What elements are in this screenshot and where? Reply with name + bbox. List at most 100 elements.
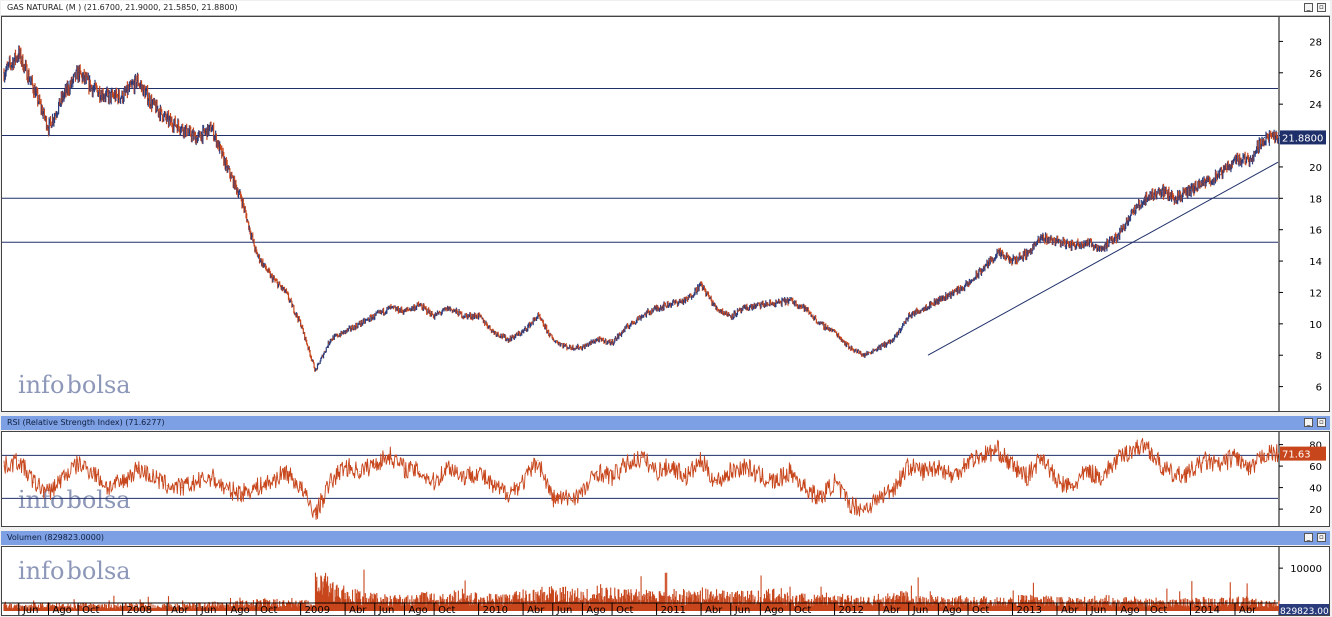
y-tick-label: 60 xyxy=(1309,462,1322,473)
rsi-point xyxy=(1189,470,1191,472)
rsi-point xyxy=(300,487,302,489)
x-tick-label: Ago xyxy=(586,605,605,615)
last-value-label: 71.63 xyxy=(1282,450,1311,461)
x-tick-label: Ago xyxy=(1120,605,1139,615)
price-point xyxy=(196,138,198,140)
rsi-point xyxy=(433,481,435,483)
price-point xyxy=(967,284,969,286)
rsi-panel-title: RSI (Relative Strength Index) (71.6277) xyxy=(7,418,165,427)
price-point xyxy=(774,302,776,305)
rsi-minimize-button[interactable]: _ xyxy=(1304,418,1313,427)
price-restore-button[interactable]: ▫ xyxy=(1317,3,1326,12)
price-point xyxy=(1249,158,1251,160)
rsi-point xyxy=(537,460,539,462)
watermark-info: info xyxy=(18,557,64,585)
price-point xyxy=(448,307,450,309)
rsi-point xyxy=(1130,449,1132,451)
rsi-point xyxy=(745,465,747,467)
price-point xyxy=(181,127,183,129)
rsi-point xyxy=(344,465,346,467)
price-point xyxy=(492,331,495,333)
price-point xyxy=(1189,189,1192,192)
rsi-point xyxy=(270,481,272,483)
rsi-point xyxy=(759,476,761,478)
price-point xyxy=(670,302,673,305)
rsi-point xyxy=(92,470,94,472)
price-point xyxy=(418,304,420,306)
rsi-point xyxy=(1026,476,1028,478)
rsi-chart-area[interactable]: infobolsa 20 40 60 80 71.63 xyxy=(1,431,1330,527)
price-panel-titlebar: GAS NATURAL (M ) (21.6700, 21.9000, 21.5… xyxy=(1,1,1330,16)
price-point xyxy=(463,315,465,317)
rsi-point xyxy=(863,508,865,510)
price-point xyxy=(819,323,821,325)
price-minimize-button[interactable]: _ xyxy=(1304,3,1313,12)
rsi-point xyxy=(211,476,213,478)
price-point xyxy=(1086,241,1088,243)
infobolsa-watermark: infobolsa xyxy=(18,486,131,514)
volume-minimize-button[interactable]: _ xyxy=(1304,533,1313,542)
rsi-point xyxy=(166,484,168,486)
rsi-point xyxy=(967,460,969,462)
rsi-point xyxy=(151,476,153,478)
x-tick-label: Abr xyxy=(527,605,545,615)
price-point xyxy=(1175,197,1177,199)
price-point xyxy=(403,310,406,312)
volume-restore-button[interactable]: ▫ xyxy=(1317,533,1326,542)
rsi-point xyxy=(1086,470,1088,472)
price-point xyxy=(833,331,836,333)
price-point xyxy=(1071,244,1073,246)
price-point xyxy=(1130,213,1132,215)
rsi-point xyxy=(685,476,687,478)
price-point xyxy=(848,346,850,348)
x-tick-label: Jun xyxy=(22,605,39,615)
price-point xyxy=(893,338,895,341)
price-point xyxy=(389,307,391,309)
watermark-bolsa: bolsa xyxy=(66,486,130,514)
price-chart-area[interactable]: infobolsa681012141618202224262821.8800 xyxy=(1,16,1330,412)
price-point xyxy=(804,307,806,309)
price-point xyxy=(863,354,865,356)
price-point xyxy=(62,95,64,97)
rsi-point xyxy=(952,476,954,478)
volume-bars xyxy=(3,569,1280,611)
rsi-point xyxy=(1101,476,1103,478)
x-tick-label: Oct xyxy=(260,605,277,615)
rsi-point xyxy=(181,487,183,489)
price-point xyxy=(18,53,20,55)
rsi-point xyxy=(463,476,465,478)
y-tick-label: 20 xyxy=(1309,163,1322,174)
volume-chart-area[interactable]: infobolsa 10000 829823.0000 Jun Ago Oct 2008 Ab… xyxy=(1,546,1330,616)
x-tick-label: Oct xyxy=(82,605,99,615)
rsi-point xyxy=(1056,481,1058,483)
x-tick-label: 2011 xyxy=(661,605,686,615)
rsi-point xyxy=(329,481,331,483)
rsi-restore-button[interactable]: ▫ xyxy=(1317,418,1326,427)
y-tick-label: 12 xyxy=(1309,288,1322,299)
rsi-point xyxy=(700,460,702,462)
x-tick-label: Abr xyxy=(349,605,367,615)
rsi-point xyxy=(1175,476,1177,478)
price-point xyxy=(581,346,584,348)
price-point xyxy=(1234,158,1236,160)
x-tick-label: Jun xyxy=(734,605,751,615)
x-tick-label: Ago xyxy=(764,605,783,615)
rsi-point xyxy=(1012,465,1014,467)
x-tick-label: Abr xyxy=(883,605,901,615)
watermark-bolsa: bolsa xyxy=(66,371,130,399)
volume-panel-titlebar: Volumen (829823.0000) _ ▫ xyxy=(1,531,1330,545)
price-point xyxy=(1026,252,1028,254)
price-point xyxy=(1145,197,1147,199)
price-point xyxy=(1056,240,1058,242)
price-point xyxy=(1219,174,1221,176)
price-point xyxy=(982,268,984,270)
x-tick-label: 2010 xyxy=(483,605,508,615)
x-tick-label: Jun xyxy=(1090,605,1107,615)
price-point xyxy=(1204,182,1206,184)
price-point xyxy=(374,315,376,317)
rsi-point xyxy=(730,470,732,472)
x-tick-label: Oct xyxy=(1150,605,1167,615)
rsi-point xyxy=(285,470,287,472)
y-tick-label: 6 xyxy=(1316,383,1322,394)
rsi-point xyxy=(196,481,198,483)
